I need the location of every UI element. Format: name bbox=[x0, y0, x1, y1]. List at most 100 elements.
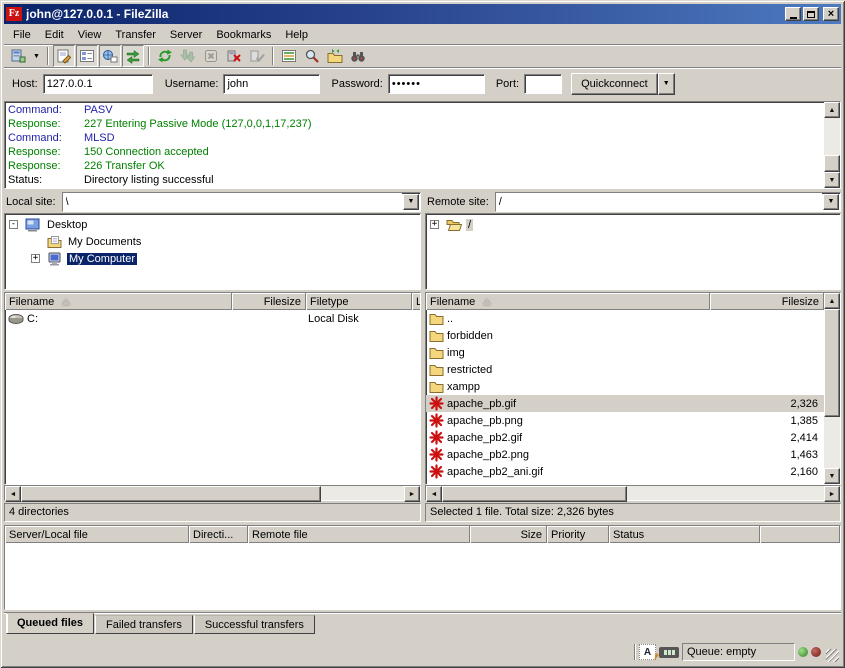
menu-item-edit[interactable]: Edit bbox=[38, 27, 71, 43]
maximize-button[interactable] bbox=[803, 7, 819, 21]
log-vertical-scrollbar[interactable]: ▲ ▼ bbox=[824, 102, 840, 188]
disconnect-button[interactable] bbox=[223, 45, 245, 67]
site-manager-button[interactable] bbox=[7, 45, 29, 67]
toolbar-separator bbox=[272, 47, 274, 65]
menu-item-help[interactable]: Help bbox=[278, 27, 315, 43]
scrollbar-thumb[interactable] bbox=[824, 309, 840, 417]
process-queue-button[interactable] bbox=[177, 45, 199, 67]
scroll-down-arrow[interactable]: ▼ bbox=[824, 468, 840, 484]
menu-item-file[interactable]: File bbox=[6, 27, 38, 43]
menu-item-transfer[interactable]: Transfer bbox=[108, 27, 163, 43]
column-header-filetype[interactable]: Filetype bbox=[306, 293, 412, 310]
tab-queued-files[interactable]: Queued files bbox=[6, 613, 94, 634]
remote-horizontal-scrollbar[interactable]: ◄ ► bbox=[425, 485, 841, 501]
expand-icon[interactable]: + bbox=[31, 254, 40, 263]
local-horizontal-scrollbar[interactable]: ◄ ► bbox=[4, 485, 421, 501]
log-line: Command:MLSD bbox=[8, 131, 824, 145]
remote-site-input[interactable] bbox=[496, 193, 822, 211]
column-header-filename[interactable]: Filename bbox=[426, 293, 710, 310]
remote-vertical-scrollbar[interactable]: ▲ ▼ bbox=[824, 293, 840, 484]
scroll-left-arrow[interactable]: ◄ bbox=[5, 486, 21, 502]
column-header-remote-file[interactable]: Remote file bbox=[248, 526, 470, 543]
remote-file-row[interactable]: restricted bbox=[426, 361, 824, 378]
quickconnect-dropdown[interactable]: ▼ bbox=[658, 73, 675, 95]
remote-site-combo[interactable]: ▼ bbox=[495, 192, 841, 212]
datatype-indicator-icon[interactable]: A bbox=[639, 644, 656, 660]
minimize-button[interactable] bbox=[785, 7, 801, 21]
expand-icon[interactable]: + bbox=[430, 220, 439, 229]
tree-item-desktop[interactable]: - Desktop bbox=[5, 216, 420, 233]
local-site-input[interactable] bbox=[63, 193, 402, 211]
column-header-direction[interactable]: Directi... bbox=[189, 526, 248, 543]
desktop-icon bbox=[25, 218, 41, 232]
remote-file-row[interactable]: .. bbox=[426, 310, 824, 327]
queue-list[interactable] bbox=[5, 543, 840, 609]
remote-file-row-selected[interactable]: apache_pb.gif 2,326 bbox=[426, 395, 824, 412]
local-site-dropdown[interactable]: ▼ bbox=[403, 194, 419, 210]
toggle-message-log-button[interactable] bbox=[53, 45, 75, 67]
image-file-icon bbox=[429, 447, 444, 462]
toggle-transfer-queue-button[interactable] bbox=[122, 45, 144, 67]
tree-item-root[interactable]: + / bbox=[426, 216, 840, 233]
resize-grip[interactable] bbox=[826, 649, 839, 662]
scroll-right-arrow[interactable]: ► bbox=[404, 486, 420, 502]
refresh-button[interactable] bbox=[154, 45, 176, 67]
scroll-right-arrow[interactable]: ► bbox=[824, 486, 840, 502]
remote-file-row[interactable]: xampp bbox=[426, 378, 824, 395]
filter-button[interactable] bbox=[324, 45, 346, 67]
port-input[interactable] bbox=[524, 74, 562, 94]
column-header-filename[interactable]: Filename bbox=[5, 293, 232, 310]
remote-file-row[interactable]: img bbox=[426, 344, 824, 361]
open-folder-icon bbox=[446, 218, 462, 231]
toggle-remote-tree-button[interactable] bbox=[99, 45, 121, 67]
toolbar-separator bbox=[148, 47, 150, 65]
scrollbar-thumb[interactable] bbox=[824, 155, 840, 172]
column-header-filesize[interactable]: Filesize bbox=[232, 293, 306, 310]
file-search-button[interactable] bbox=[347, 45, 369, 67]
process-queue-icon bbox=[180, 48, 196, 64]
password-input[interactable] bbox=[388, 74, 485, 94]
menu-item-server[interactable]: Server bbox=[163, 27, 209, 43]
collapse-icon[interactable]: - bbox=[9, 220, 18, 229]
menu-item-bookmarks[interactable]: Bookmarks bbox=[209, 27, 278, 43]
message-log: Command:PASV Response:227 Entering Passi… bbox=[4, 101, 841, 189]
column-header-filesize[interactable]: Filesize bbox=[710, 293, 824, 310]
column-header-priority[interactable]: Priority bbox=[547, 526, 609, 543]
tree-item-my-computer[interactable]: + My Computer bbox=[5, 250, 420, 267]
site-manager-dropdown[interactable]: ▼ bbox=[30, 45, 43, 67]
remote-file-row[interactable]: apache_pb2.gif 2,414 bbox=[426, 429, 824, 446]
scroll-left-arrow[interactable]: ◄ bbox=[426, 486, 442, 502]
scroll-up-arrow[interactable]: ▲ bbox=[824, 293, 840, 309]
scroll-down-arrow[interactable]: ▼ bbox=[824, 172, 840, 188]
scrollbar-thumb[interactable] bbox=[442, 486, 627, 502]
column-header-lastmodified[interactable]: L bbox=[412, 293, 420, 310]
toggle-local-tree-button[interactable] bbox=[76, 45, 98, 67]
host-input[interactable] bbox=[43, 74, 153, 94]
speedlimit-indicator-icon[interactable] bbox=[659, 647, 679, 658]
cancel-operation-button[interactable] bbox=[200, 45, 222, 67]
username-input[interactable] bbox=[223, 74, 320, 94]
remote-file-row[interactable]: apache_pb2_ani.gif 2,160 bbox=[426, 463, 824, 480]
menu-item-view[interactable]: View bbox=[71, 27, 109, 43]
column-header-server-local-file[interactable]: Server/Local file bbox=[5, 526, 189, 543]
column-header-size[interactable]: Size bbox=[470, 526, 547, 543]
tab-failed-transfers[interactable]: Failed transfers bbox=[95, 615, 193, 634]
quickconnect-button[interactable]: Quickconnect bbox=[571, 73, 658, 95]
reconnect-button[interactable] bbox=[246, 45, 268, 67]
local-file-row[interactable]: C: Local Disk bbox=[5, 310, 420, 327]
local-site-combo[interactable]: ▼ bbox=[62, 192, 421, 212]
remote-file-row[interactable]: apache_pb.png 1,385 bbox=[426, 412, 824, 429]
status-bar: A Queue: empty bbox=[4, 640, 841, 664]
tab-successful-transfers[interactable]: Successful transfers bbox=[194, 615, 315, 634]
remote-file-row[interactable]: forbidden bbox=[426, 327, 824, 344]
column-header-status[interactable]: Status bbox=[609, 526, 760, 543]
tree-item-my-documents[interactable]: My Documents bbox=[5, 233, 420, 250]
remote-file-row[interactable]: apache_pb2.png 1,463 bbox=[426, 446, 824, 463]
directory-comparison-button[interactable] bbox=[278, 45, 300, 67]
scroll-up-arrow[interactable]: ▲ bbox=[824, 102, 840, 118]
scrollbar-thumb[interactable] bbox=[21, 486, 321, 502]
remote-site-dropdown[interactable]: ▼ bbox=[823, 194, 839, 210]
close-button[interactable]: × bbox=[823, 7, 839, 21]
synchronized-browsing-button[interactable] bbox=[301, 45, 323, 67]
title-bar[interactable]: Fz john@127.0.0.1 - FileZilla × bbox=[4, 4, 841, 24]
